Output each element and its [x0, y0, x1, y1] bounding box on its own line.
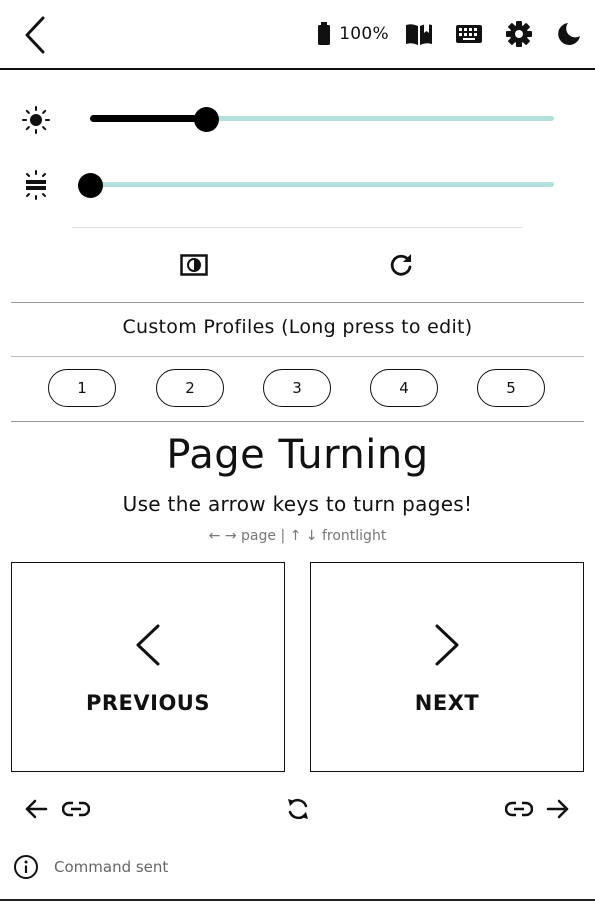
- warmth-slider[interactable]: [78, 170, 554, 200]
- gear-icon: [506, 21, 532, 47]
- nav-forward-button[interactable]: [546, 797, 572, 821]
- bottom-border: [0, 899, 595, 901]
- page-subtitle: Use the arrow keys to turn pages!: [122, 492, 473, 516]
- info-icon: [14, 855, 38, 879]
- previous-page-button[interactable]: PREVIOUS: [11, 562, 285, 772]
- battery-percentage: 100%: [339, 24, 389, 44]
- link-button-left[interactable]: [61, 799, 91, 819]
- warmth-icon: [26, 170, 46, 200]
- link-icon: [61, 801, 91, 817]
- profile-button-4[interactable]: 4: [370, 369, 438, 407]
- sync-button[interactable]: [285, 796, 311, 822]
- status-message: Command sent: [54, 858, 169, 876]
- link-button-right[interactable]: [504, 799, 534, 819]
- sync-icon: [288, 798, 308, 820]
- profile-button-2[interactable]: 2: [156, 369, 224, 407]
- slider-thumb[interactable]: [78, 173, 103, 198]
- link-icon: [504, 801, 534, 817]
- contrast-button[interactable]: [178, 251, 210, 279]
- slider-thumb[interactable]: [194, 107, 219, 132]
- divider: [11, 302, 584, 303]
- profile-button-3[interactable]: 3: [263, 369, 331, 407]
- divider: [11, 356, 584, 357]
- battery-status: 100%: [317, 22, 389, 46]
- moon-icon: [558, 23, 580, 45]
- keyboard-button[interactable]: [453, 18, 485, 50]
- reset-button[interactable]: [386, 250, 416, 280]
- brightness-slider[interactable]: [90, 104, 554, 134]
- battery-icon: [318, 22, 331, 45]
- profile-button-1[interactable]: 1: [48, 369, 116, 407]
- profile-button-5[interactable]: 5: [477, 369, 545, 407]
- contrast-icon: [180, 254, 208, 276]
- keyboard-icon: [456, 25, 482, 43]
- arrow-left-icon: [25, 799, 48, 819]
- library-button[interactable]: [403, 18, 435, 50]
- profiles-label: Custom Profiles (Long press to edit): [122, 316, 473, 338]
- night-mode-button[interactable]: [553, 18, 585, 50]
- back-button[interactable]: [16, 15, 54, 55]
- refresh-icon: [390, 254, 412, 276]
- divider: [11, 421, 584, 422]
- arrow-right-icon: [546, 799, 569, 819]
- previous-label: PREVIOUS: [85, 691, 210, 715]
- next-page-button[interactable]: NEXT: [310, 562, 584, 772]
- book-icon: [406, 24, 432, 45]
- back-chevron-icon: [25, 16, 45, 54]
- page-title: Page Turning: [166, 432, 429, 478]
- top-bar: 100%: [0, 0, 595, 70]
- sun-icon: [22, 106, 50, 134]
- chevron-right-icon: [435, 624, 459, 666]
- next-label: NEXT: [414, 691, 480, 715]
- slider-track: [90, 182, 554, 187]
- key-hint: ← → page | ↑ ↓ frontlight: [208, 528, 387, 544]
- divider: [72, 227, 522, 228]
- chevron-left-icon: [136, 624, 160, 666]
- slider-fill: [90, 115, 206, 122]
- nav-back-button[interactable]: [24, 797, 50, 821]
- settings-button[interactable]: [503, 18, 535, 50]
